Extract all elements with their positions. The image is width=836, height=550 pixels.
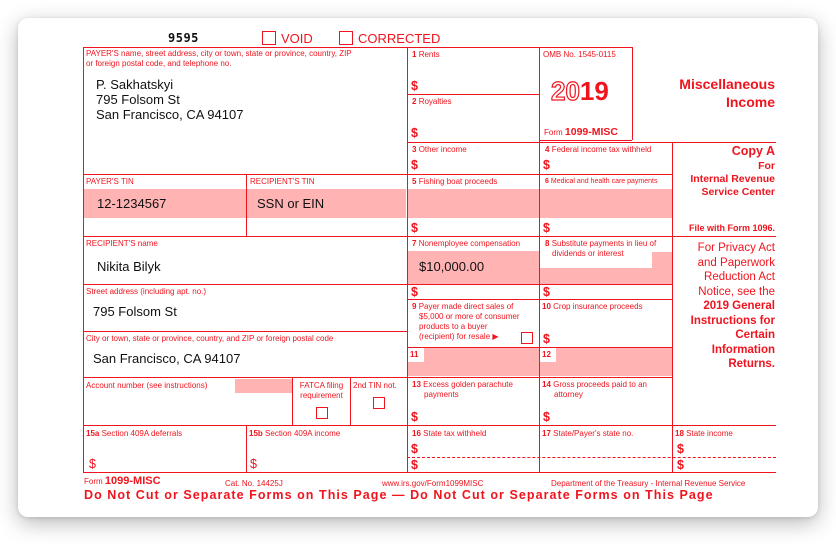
fatca-checkbox[interactable] (316, 407, 328, 419)
recipient-street-label: Street address (including apt. no.) (86, 287, 207, 296)
box14-label: 14 Gross proceeds paid to an attorney (542, 380, 647, 399)
box7-label: 7 Nonemployee compensation (412, 239, 521, 248)
box13-dollar: $ (411, 410, 418, 424)
box16-label: 16 State tax withheld (412, 429, 487, 438)
form-title: Miscellaneous Income (679, 76, 775, 110)
box2-dollar: $ (411, 126, 418, 140)
box8-label: 8 Substitute payments in lieu of dividen… (545, 239, 657, 258)
box11-label: 11 (410, 350, 419, 359)
recipient-name-label: RECIPIENT'S name (86, 239, 158, 248)
recipient-street[interactable]: 795 Folsom St (93, 304, 177, 320)
payer-name[interactable]: P. Sakhatskyi (96, 77, 173, 93)
payer-tin-label: PAYER'S TIN (86, 177, 134, 186)
box15b-dollar: $ (250, 457, 257, 471)
footer-dept: Department of the Treasury - Internal Re… (551, 479, 746, 488)
footer-warning: Do Not Cut or Separate Forms on This Pag… (84, 488, 714, 502)
second-tin-label: 2nd TIN not. (353, 381, 397, 390)
box3-dollar: $ (411, 158, 418, 172)
box6-dollar: $ (543, 221, 550, 235)
payer-city[interactable]: San Francisco, CA 94107 (96, 107, 243, 123)
second-tin-checkbox[interactable] (373, 397, 385, 409)
payer-label: PAYER'S name, street address, city or to… (86, 49, 352, 58)
box7-dollar: $ (411, 285, 418, 299)
box18-label: 18 State income (675, 429, 733, 438)
box6-label: 6 Medical and health care payments (545, 178, 658, 185)
box12-label: 12 (542, 350, 551, 359)
tax-year: 2019 (550, 75, 609, 106)
box8-fill (540, 268, 672, 284)
void-label: VOID (281, 31, 313, 46)
box16-dollar-1: $ (411, 442, 418, 456)
box15a-dollar: $ (89, 457, 96, 471)
recipient-city-label: City or town, state or province, country… (86, 334, 334, 343)
box8-dollar: $ (543, 285, 550, 299)
corrected-checkbox[interactable] (339, 31, 353, 45)
box15b-label: 15b Section 409A income (249, 429, 341, 438)
payer-street[interactable]: 795 Folsom St (96, 92, 180, 108)
recipient-tin[interactable]: SSN or EIN (257, 196, 324, 212)
control-number: 9595 (168, 31, 199, 45)
footer-form-name: Form 1099-MISC (84, 475, 161, 487)
box5-fill (408, 189, 672, 218)
account-fill (235, 379, 292, 393)
box10-dollar: $ (543, 332, 550, 346)
account-number-label: Account number (see instructions) (86, 381, 208, 390)
box18-dollar-2: $ (677, 458, 684, 472)
box15a-label: 15a Section 409A deferrals (86, 429, 183, 438)
fatca-label: FATCA filing requirement (299, 381, 344, 400)
payer-tin[interactable]: 12-1234567 (97, 196, 166, 212)
footer-url: www.irs.gov/Form1099MISC (382, 479, 484, 488)
box17-label: 17 State/Payer's state no. (542, 429, 634, 438)
corrected-label: CORRECTED (358, 31, 441, 46)
box1-dollar: $ (411, 79, 418, 93)
box5-dollar: $ (411, 221, 418, 235)
box9-checkbox[interactable] (521, 332, 533, 344)
file-with-1096: File with Form 1096. (688, 223, 775, 233)
payer-label-2: or foreign postal code, and telephone no… (86, 59, 232, 68)
footer-cat-no: Cat. No. 14425J (225, 479, 283, 488)
box14-dollar: $ (543, 410, 550, 424)
box4-dollar: $ (543, 158, 550, 172)
privacy-notice: For Privacy Act and Paperwork Reduction … (690, 242, 775, 370)
box10-label: 10 Crop insurance proceeds (542, 302, 643, 311)
recipient-tin-label: RECIPIENT'S TIN (250, 177, 315, 186)
omb-form-name: Form 1099-MISC (544, 126, 619, 138)
copy-a-panel: Copy A For Internal Revenue Service Cent… (690, 144, 775, 198)
box13-label: 13 Excess golden parachute payments (412, 380, 513, 399)
void-checkbox[interactable] (262, 31, 276, 45)
recipient-name[interactable]: Nikita Bilyk (97, 259, 161, 275)
box16-dollar-2: $ (411, 458, 418, 472)
box2-label: 2 Royalties (412, 97, 452, 106)
box1-label: 1 Rents (412, 50, 440, 59)
box3-label: 3 Other income (412, 145, 467, 154)
box18-dollar-1: $ (677, 442, 684, 456)
omb-number: OMB No. 1545-0115 (543, 50, 616, 59)
box5-label: 5 Fishing boat proceeds (412, 177, 498, 186)
box7-value[interactable]: $10,000.00 (419, 259, 484, 275)
box4-label: 4 Federal income tax withheld (545, 145, 652, 154)
box9-label: 9 Payer made direct sales of $5,000 or m… (412, 302, 520, 341)
recipient-city[interactable]: San Francisco, CA 94107 (93, 351, 240, 367)
